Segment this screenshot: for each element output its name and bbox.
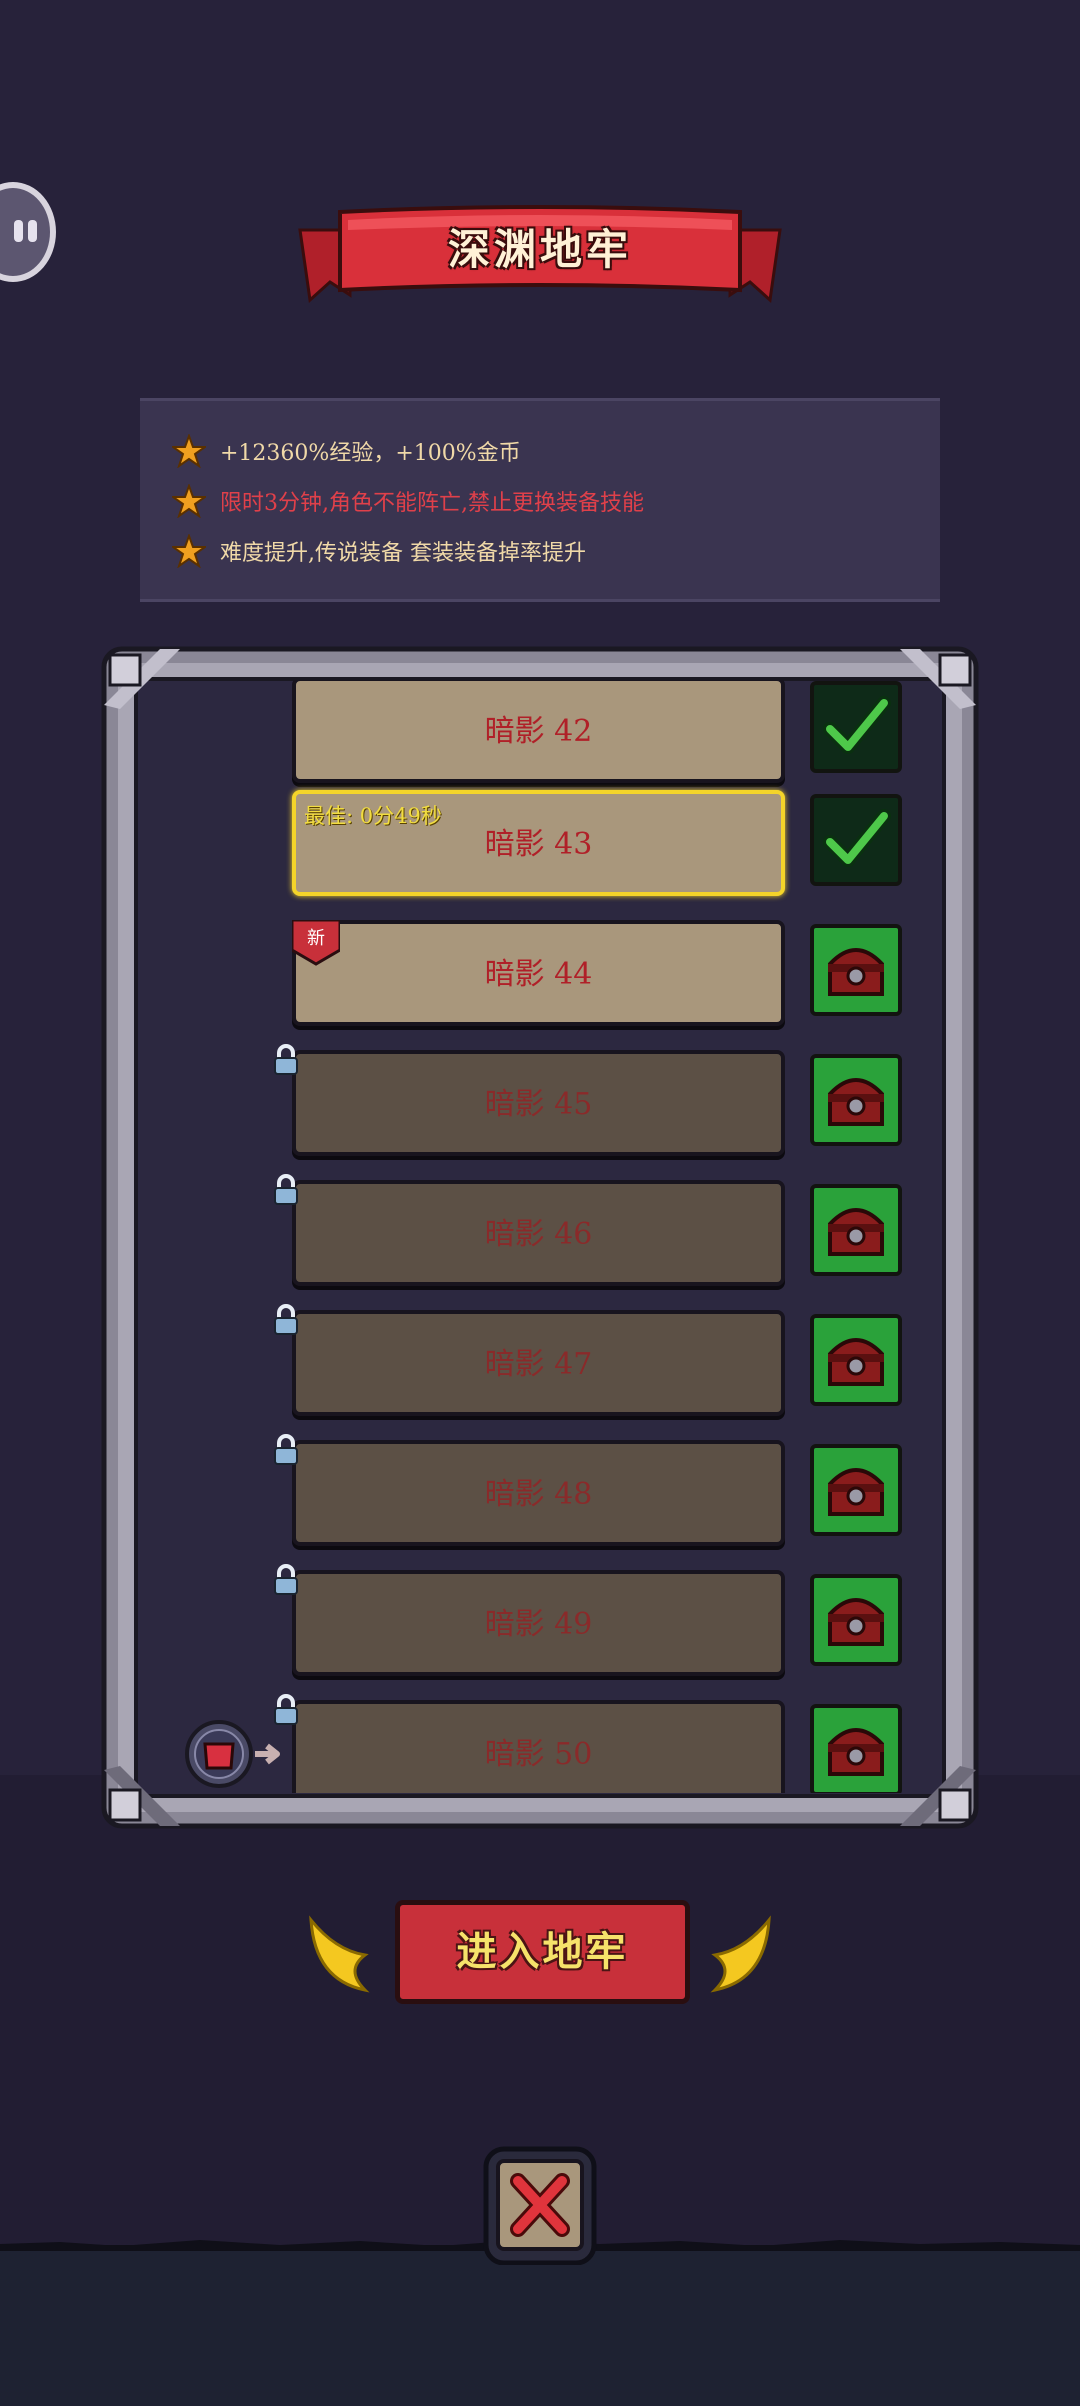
pause-icon <box>14 220 23 242</box>
level-row-locked[interactable]: 暗影 47 <box>140 1304 940 1422</box>
level-card[interactable]: 暗影 46 <box>292 1180 785 1286</box>
reward-chest[interactable] <box>810 1574 902 1666</box>
level-row-locked[interactable]: 暗影 48 <box>140 1434 940 1552</box>
checkmark-icon <box>823 809 891 867</box>
pause-icon-bar <box>28 220 37 242</box>
treasure-chest-icon <box>828 1468 884 1516</box>
level-list[interactable]: 暗影 42 最佳: 0分49秒 暗影 43 暗影 44 新 暗影 45 暗影 4… <box>140 680 940 1793</box>
info-rewards-text: +12360%经验，+100%金币 <box>220 441 521 466</box>
lock-icon <box>274 1174 298 1205</box>
reward-claimed[interactable] <box>810 681 902 773</box>
level-card-selected[interactable]: 最佳: 0分49秒 暗影 43 <box>292 790 785 896</box>
ground <box>0 2245 1080 2406</box>
checkmark-icon <box>823 696 891 754</box>
level-name: 暗影 43 <box>484 827 593 862</box>
level-name: 暗影 46 <box>484 1217 593 1252</box>
enter-dungeon-label: 进入地牢 <box>456 1928 629 1975</box>
armor-hero-icon <box>203 1742 235 1770</box>
reward-chest[interactable] <box>810 1184 902 1276</box>
treasure-chest-icon <box>828 1208 884 1256</box>
reward-chest[interactable] <box>810 924 902 1016</box>
treasure-chest-icon <box>828 1338 884 1386</box>
lock-icon <box>274 1564 298 1595</box>
info-row-rules: 限时3分钟,角色不能阵亡,禁止更换装备技能 <box>172 481 644 521</box>
level-card[interactable]: 暗影 47 <box>292 1310 785 1416</box>
treasure-chest-icon <box>828 1728 884 1776</box>
reward-chest[interactable] <box>810 1444 902 1536</box>
enter-dungeon-area: 进入地牢 <box>305 1888 775 2008</box>
star-icon <box>172 534 206 568</box>
pause-button[interactable] <box>0 182 56 282</box>
level-name: 暗影 49 <box>484 1607 593 1642</box>
treasure-chest-icon <box>828 948 884 996</box>
level-card[interactable]: 暗影 44 <box>292 920 785 1026</box>
info-row-rewards: +12360%经验，+100%金币 <box>172 431 521 471</box>
level-card[interactable]: 暗影 49 <box>292 1570 785 1676</box>
treasure-chest-icon <box>828 1598 884 1646</box>
treasure-chest-icon <box>828 1078 884 1126</box>
level-name: 暗影 44 <box>484 957 593 992</box>
level-row-locked[interactable]: 暗影 45 <box>140 1044 940 1162</box>
level-name: 暗影 42 <box>484 714 593 749</box>
level-card[interactable]: 暗影 42 <box>292 680 785 783</box>
level-row[interactable]: 暗影 42 <box>140 680 940 789</box>
star-icon <box>172 484 206 518</box>
level-name: 暗影 48 <box>484 1477 593 1512</box>
lock-icon <box>274 1304 298 1335</box>
lock-icon <box>274 1044 298 1075</box>
lock-icon <box>274 1434 298 1465</box>
level-card[interactable]: 暗影 48 <box>292 1440 785 1546</box>
level-name: 暗影 45 <box>484 1087 593 1122</box>
reward-chest[interactable] <box>810 1054 902 1146</box>
info-row-drops: 难度提升,传说装备 套装装备掉率提升 <box>172 531 586 571</box>
level-name: 暗影 50 <box>484 1737 593 1772</box>
enter-dungeon-button[interactable]: 进入地牢 <box>395 1900 690 2004</box>
page-title: 深渊地牢 <box>447 225 632 274</box>
level-name: 暗影 47 <box>484 1347 593 1382</box>
hero-position-marker <box>185 1720 280 1788</box>
left-wing-icon <box>309 1915 370 1993</box>
reward-claimed[interactable] <box>810 794 902 886</box>
dungeon-info-panel: +12360%经验，+100%金币 限时3分钟,角色不能阵亡,禁止更换装备技能 … <box>140 398 940 602</box>
level-card[interactable]: 暗影 45 <box>292 1050 785 1156</box>
level-card[interactable]: 暗影 50 <box>292 1700 785 1793</box>
info-drops-text: 难度提升,传说装备 套装装备掉率提升 <box>220 541 586 566</box>
level-row[interactable]: 暗影 44 新 <box>140 920 940 1032</box>
right-wing-icon <box>710 1915 771 1993</box>
level-row[interactable]: 最佳: 0分49秒 暗影 43 <box>140 790 940 902</box>
star-icon <box>172 434 206 468</box>
info-rules-text: 限时3分钟,角色不能阵亡,禁止更换装备技能 <box>220 491 644 516</box>
level-row-locked[interactable]: 暗影 46 <box>140 1174 940 1292</box>
reward-chest[interactable] <box>810 1704 902 1793</box>
new-badge-label: 新 <box>307 928 325 949</box>
close-button[interactable] <box>480 2145 600 2265</box>
level-row-locked[interactable]: 暗影 49 <box>140 1564 940 1682</box>
reward-chest[interactable] <box>810 1314 902 1406</box>
